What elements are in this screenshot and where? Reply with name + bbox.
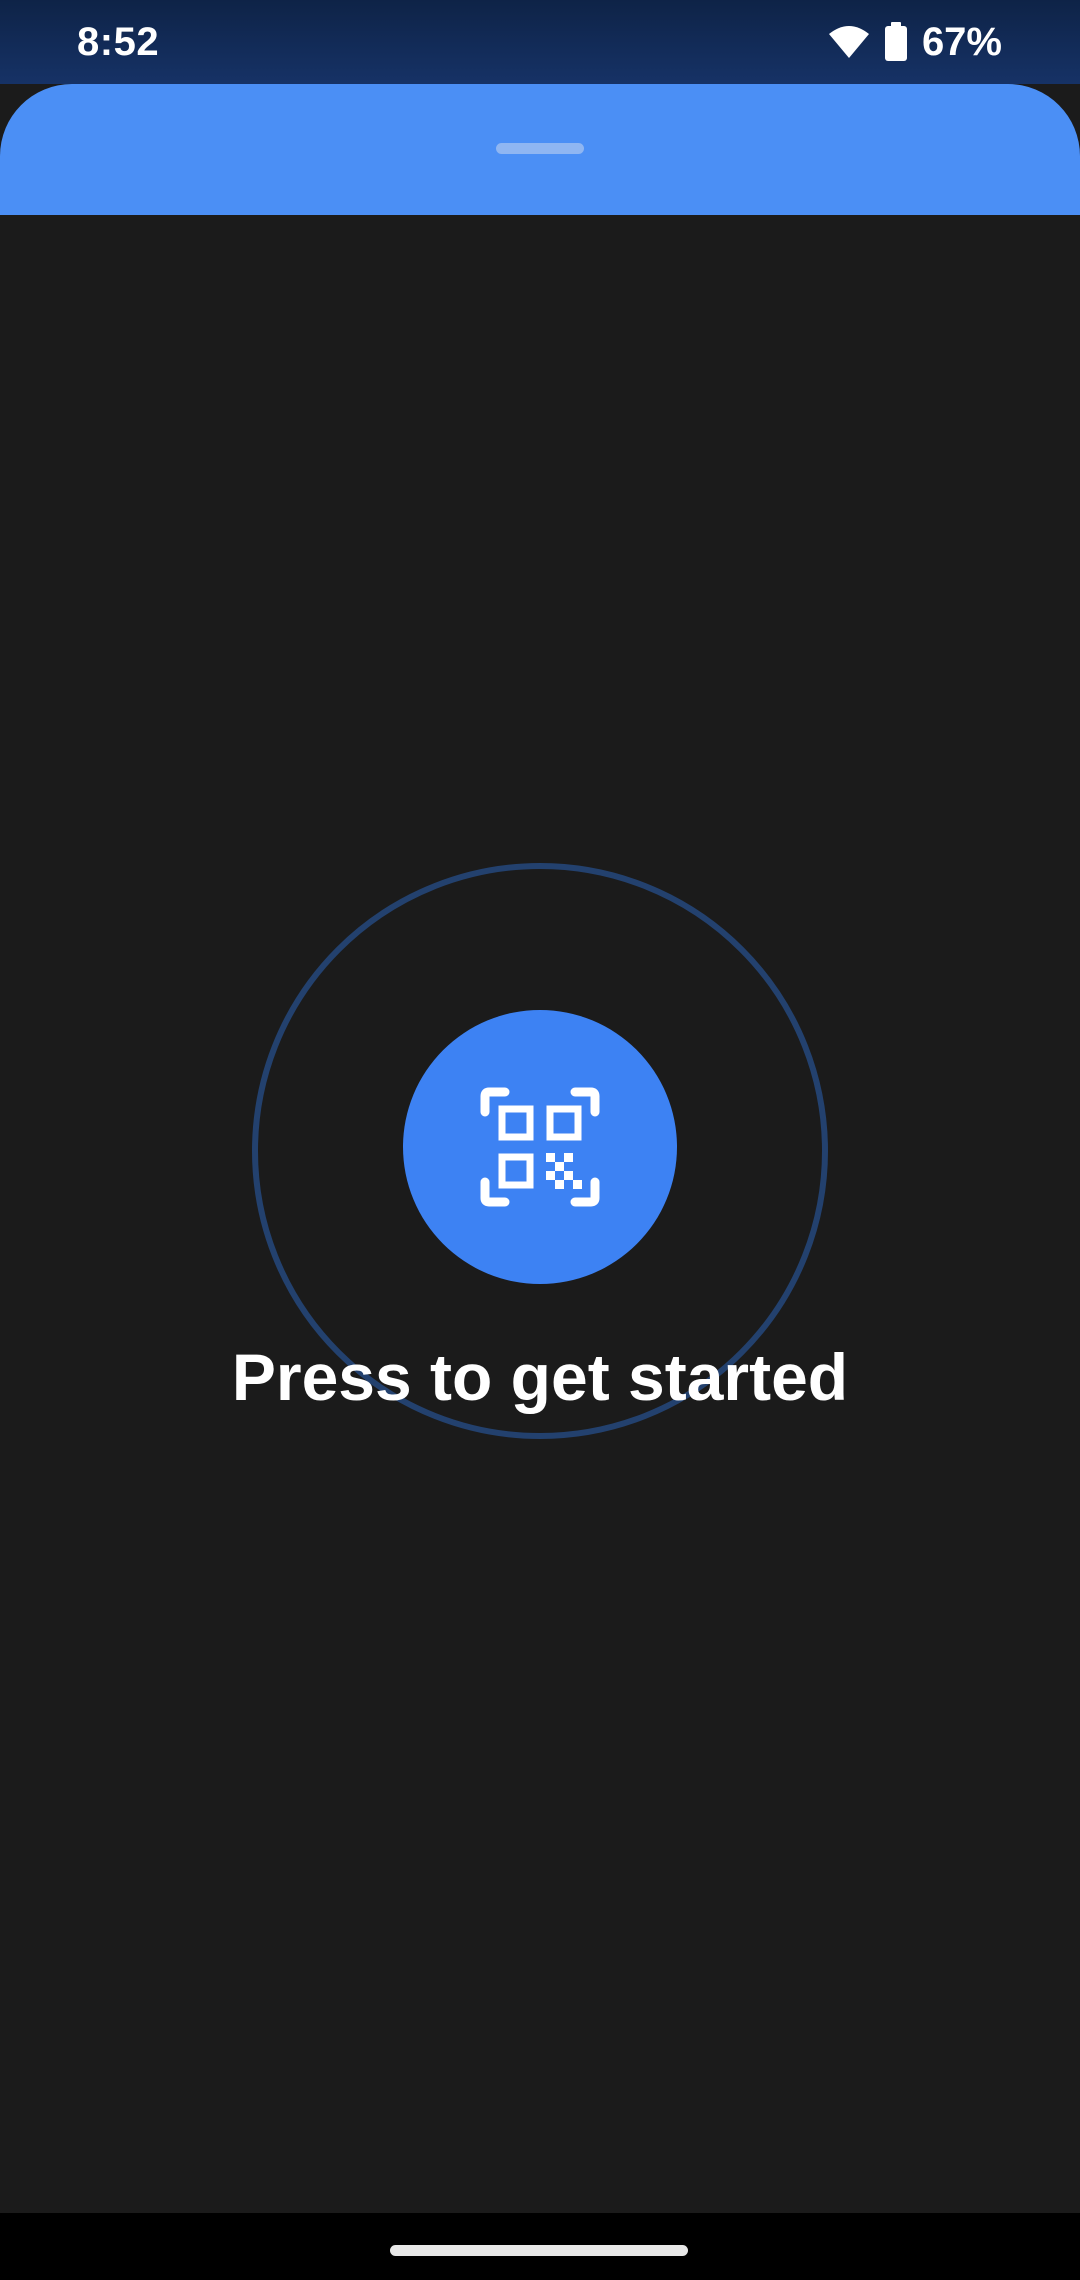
status-time: 8:52 <box>77 20 160 64</box>
status-bar: 8:52 67% <box>0 0 1080 84</box>
scan-qr-button[interactable] <box>403 1010 677 1284</box>
battery-percentage: 67% <box>921 20 1002 64</box>
status-indicators: 67% <box>828 16 1002 68</box>
wifi-icon <box>828 24 870 60</box>
navigation-bar <box>0 2213 1080 2280</box>
drag-handle[interactable] <box>496 143 584 154</box>
battery-icon <box>884 22 908 62</box>
bottom-sheet-header[interactable] <box>0 84 1080 215</box>
qr-code-scan-icon <box>480 1087 600 1207</box>
main-content: Press to get started <box>0 215 1080 2213</box>
get-started-prompt: Press to get started <box>231 1340 849 1414</box>
home-gesture-handle[interactable] <box>390 2245 688 2256</box>
